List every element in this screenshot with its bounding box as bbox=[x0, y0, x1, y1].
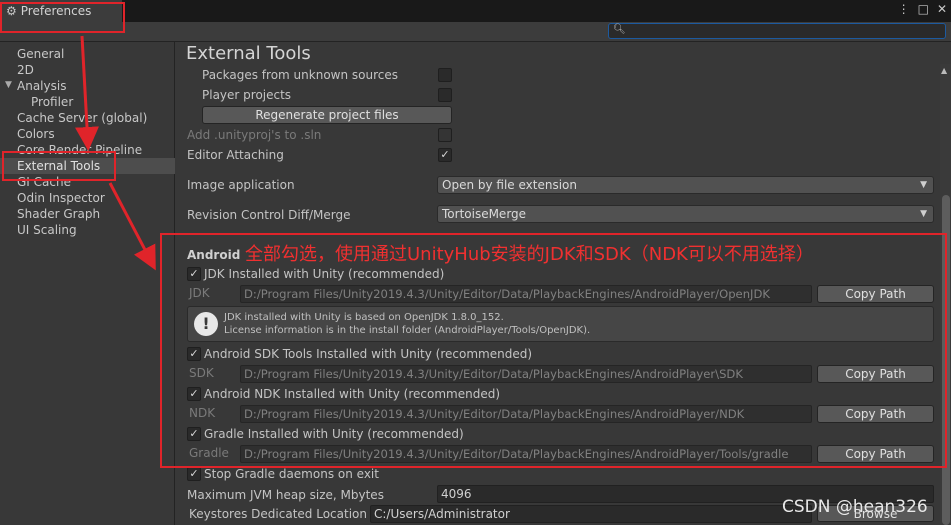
watermark: CSDN @hean326 bbox=[782, 497, 928, 517]
sidebar-item-colors[interactable]: Colors bbox=[0, 126, 175, 142]
gradle-label: Gradle bbox=[189, 446, 229, 460]
maximize-icon[interactable]: □ bbox=[918, 2, 929, 16]
sidebar: General 2D ▼ Analysis Profiler Cache Ser… bbox=[0, 42, 175, 525]
image-application-dropdown[interactable]: Open by file extension ▼ bbox=[437, 176, 934, 194]
regenerate-project-files-button[interactable]: Regenerate project files bbox=[202, 106, 452, 124]
search-input[interactable]: 🔍︎ bbox=[608, 23, 946, 39]
sidebar-item-2d[interactable]: 2D bbox=[0, 62, 175, 78]
sdk-path-field[interactable]: D:/Program Files/Unity2019.4.3/Unity/Edi… bbox=[240, 365, 812, 383]
jdk-info-box: ! JDK installed with Unity is based on O… bbox=[187, 306, 934, 342]
jvm-heap-label: Maximum JVM heap size, Mbytes bbox=[187, 488, 384, 502]
sidebar-item-general[interactable]: General bbox=[0, 46, 175, 62]
chevron-down-icon: ▼ bbox=[920, 180, 927, 190]
sidebar-item-external-tools[interactable]: External Tools bbox=[0, 158, 175, 174]
gradle-checkbox-label: Gradle Installed with Unity (recommended… bbox=[204, 427, 464, 441]
sidebar-item-core-render-pipeline[interactable]: Core Render Pipeline bbox=[0, 142, 175, 158]
packages-unknown-checkbox[interactable] bbox=[438, 68, 452, 82]
sdk-copy-path-button[interactable]: Copy Path bbox=[817, 365, 934, 383]
annotation-text: 全部勾选，使用通过UnityHub安装的JDK和SDK（NDK可以不用选择） bbox=[245, 244, 814, 265]
chevron-down-icon: ▼ bbox=[920, 209, 927, 219]
gradle-path-field[interactable]: D:/Program Files/Unity2019.4.3/Unity/Edi… bbox=[240, 445, 812, 463]
jdk-checkbox[interactable]: ✓ bbox=[187, 267, 201, 281]
window-controls: ⋮ □ ✕ bbox=[898, 2, 947, 16]
image-application-label: Image application bbox=[187, 178, 295, 192]
sidebar-item-profiler[interactable]: Profiler bbox=[0, 94, 175, 110]
player-projects-label: Player projects bbox=[202, 88, 292, 102]
ndk-path-field[interactable]: D:/Program Files/Unity2019.4.3/Unity/Edi… bbox=[240, 405, 812, 423]
ndk-copy-path-button[interactable]: Copy Path bbox=[817, 405, 934, 423]
editor-attaching-checkbox[interactable]: ✓ bbox=[438, 148, 452, 162]
sidebar-item-analysis[interactable]: Analysis bbox=[0, 78, 175, 94]
main-panel: External Tools Packages from unknown sou… bbox=[176, 42, 951, 525]
gradle-checkbox[interactable]: ✓ bbox=[187, 427, 201, 441]
sidebar-item-cache-server[interactable]: Cache Server (global) bbox=[0, 110, 175, 126]
keystores-field[interactable]: C:/Users/Administrator bbox=[370, 505, 812, 523]
player-projects-checkbox[interactable] bbox=[438, 88, 452, 102]
sdk-checkbox-label: Android SDK Tools Installed with Unity (… bbox=[204, 347, 533, 361]
search-icon: 🔍︎ bbox=[613, 24, 626, 35]
stop-gradle-label: Stop Gradle daemons on exit bbox=[204, 467, 379, 481]
jdk-copy-path-button[interactable]: Copy Path bbox=[817, 285, 934, 303]
android-heading: Android bbox=[187, 248, 241, 262]
jdk-checkbox-label: JDK Installed with Unity (recommended) bbox=[204, 267, 445, 281]
sidebar-item-ui-scaling[interactable]: UI Scaling bbox=[0, 222, 175, 238]
sidebar-item-shader-graph[interactable]: Shader Graph bbox=[0, 206, 175, 222]
ndk-checkbox-label: Android NDK Installed with Unity (recomm… bbox=[204, 387, 501, 401]
ndk-label: NDK bbox=[189, 406, 216, 420]
sdk-label: SDK bbox=[189, 366, 214, 380]
editor-attaching-label: Editor Attaching bbox=[187, 148, 284, 162]
jdk-label: JDK bbox=[189, 286, 210, 300]
jdk-info-line1: JDK installed with Unity is based on Ope… bbox=[224, 312, 504, 323]
gradle-copy-path-button[interactable]: Copy Path bbox=[817, 445, 934, 463]
gear-icon: ⚙ bbox=[6, 4, 17, 18]
revision-control-value: TortoiseMerge bbox=[442, 207, 527, 221]
tab-preferences[interactable]: ⚙ Preferences bbox=[0, 0, 122, 22]
warning-icon: ! bbox=[194, 312, 218, 336]
title-bar: ⚙ Preferences ⋮ □ ✕ bbox=[0, 0, 951, 22]
ndk-checkbox[interactable]: ✓ bbox=[187, 387, 201, 401]
close-icon[interactable]: ✕ bbox=[937, 2, 947, 16]
stop-gradle-checkbox[interactable]: ✓ bbox=[187, 467, 201, 481]
sidebar-item-odin-inspector[interactable]: Odin Inspector bbox=[0, 190, 175, 206]
jdk-info-line2: License information is in the install fo… bbox=[224, 325, 591, 336]
packages-unknown-label: Packages from unknown sources bbox=[202, 68, 398, 82]
page-title: External Tools bbox=[186, 43, 311, 64]
revision-control-label: Revision Control Diff/Merge bbox=[187, 208, 351, 222]
scrollbar-thumb[interactable] bbox=[942, 195, 950, 525]
tab-title: Preferences bbox=[20, 4, 92, 18]
sidebar-item-gi-cache[interactable]: GI Cache bbox=[0, 174, 175, 190]
toolbar: 🔍︎ bbox=[0, 22, 951, 42]
add-unityproj-label: Add .unityproj's to .sln bbox=[187, 128, 322, 142]
sdk-checkbox[interactable]: ✓ bbox=[187, 347, 201, 361]
revision-control-dropdown[interactable]: TortoiseMerge ▼ bbox=[437, 205, 934, 223]
jdk-path-field[interactable]: D:/Program Files/Unity2019.4.3/Unity/Edi… bbox=[240, 285, 812, 303]
image-application-value: Open by file extension bbox=[442, 178, 577, 192]
add-unityproj-checkbox bbox=[438, 128, 452, 142]
more-options-icon[interactable]: ⋮ bbox=[898, 2, 910, 16]
keystores-label: Keystores Dedicated Location bbox=[189, 507, 367, 521]
scroll-up-icon[interactable]: ▲ bbox=[941, 66, 947, 75]
